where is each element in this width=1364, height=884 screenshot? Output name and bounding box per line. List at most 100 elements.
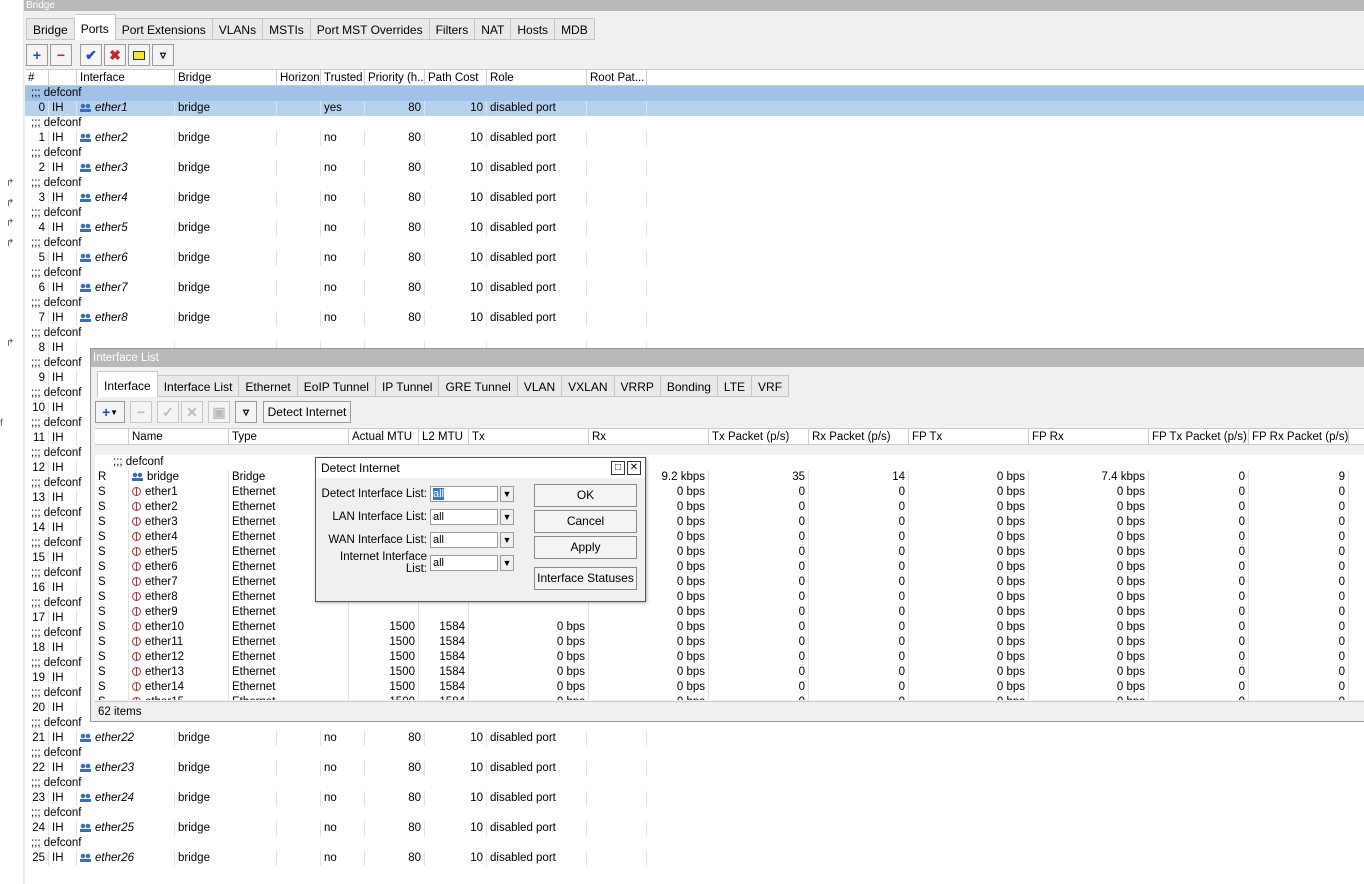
table-row[interactable]: 5 IH ether6 bridge no 80 10 disabled port (25, 251, 1364, 266)
table-row[interactable]: 4 IH ether5 bridge no 80 10 disabled port (25, 221, 1364, 236)
table-row[interactable]: Sether10 Ethernet 1500 1584 0 bps 0 bps 0 0 0 bp… (95, 620, 1364, 635)
bridge-window-title[interactable]: Bridge (24, 0, 1364, 11)
interface-list-select[interactable]: all (430, 532, 498, 548)
interface-tab[interactable]: GRE Tunnel (439, 375, 518, 397)
detect-internet-button[interactable]: Detect Internet (263, 401, 351, 423)
table-row[interactable]: Sether9 Ethernet 0 bps 0 0 0 bps 0 bps 0 0 (95, 605, 1364, 620)
column-header[interactable]: Tx Packet (p/s) (709, 429, 809, 444)
table-row[interactable]: 24 IH ether25 bridge no 80 10 disabled port (25, 821, 1364, 836)
interface-statuses-button[interactable]: Interface Statuses (534, 567, 637, 590)
table-row[interactable]: 0 IH ether1 bridge yes 80 10 disabled port (25, 101, 1364, 116)
column-header[interactable]: FP Tx Packet (p/s) (1149, 429, 1249, 444)
dropdown-arrow-icon[interactable]: ▼ (500, 555, 514, 571)
dropdown-arrow-icon[interactable]: ▼ (500, 509, 514, 525)
table-row[interactable]: Sether2 Ethernet 0 bps 0 0 0 bps 0 bps 0 0 (95, 500, 1364, 515)
column-header[interactable]: Path Cost (425, 70, 487, 85)
remove-minus-icon[interactable]: − (130, 401, 152, 423)
table-row[interactable]: Sether5 Ethernet 0 bps 0 0 0 bps 0 bps 0 0 (95, 545, 1364, 560)
remove-minus-icon[interactable]: − (50, 44, 72, 66)
dropdown-arrow-icon[interactable]: ▼ (500, 532, 514, 548)
interface-tab[interactable]: Bonding (660, 375, 718, 397)
table-row[interactable]: Sether11 Ethernet 1500 1584 0 bps 0 bps 0 0 0 bp… (95, 635, 1364, 650)
table-row[interactable]: Sether1 Ethernet 0 bps 0 0 0 bps 0 bps 0 0 (95, 485, 1364, 500)
interface-tab[interactable]: VXLAN (562, 375, 615, 397)
column-header[interactable]: FP Tx (909, 429, 1029, 444)
table-row[interactable]: 3 IH ether4 bridge no 80 10 disabled port (25, 191, 1364, 206)
table-row[interactable]: Sether8 Ethernet 0 bps 0 0 0 bps 0 bps 0 0 (95, 590, 1364, 605)
column-header[interactable]: Horizon (277, 70, 321, 85)
table-row[interactable]: Sether4 Ethernet 0 bps 0 0 0 bps 0 bps 0 0 (95, 530, 1364, 545)
cancel-button[interactable]: Cancel (534, 510, 637, 533)
table-row[interactable]: Sether15Ethernet150015840 bps0 bps000 bp… (95, 695, 1364, 700)
column-header[interactable]: L2 MTU (419, 429, 469, 444)
table-row[interactable]: Sether14 Ethernet 1500 1584 0 bps 0 bps 0 0 0 bp… (95, 680, 1364, 695)
table-row[interactable]: Sether3 Ethernet 0 bps 0 0 0 bps 0 bps 0 0 (95, 515, 1364, 530)
column-header[interactable]: FP Rx (1029, 429, 1149, 444)
bridge-tab[interactable]: Port MST Overrides (310, 18, 430, 40)
enable-check-icon[interactable]: ✔ (80, 44, 102, 66)
table-row[interactable]: Rbridge Bridge 9.2 kbps 35 14 0 bps 7.4 kbps 0 9 (95, 470, 1364, 485)
table-row[interactable]: 1 IH ether2 bridge no 80 10 disabled port (25, 131, 1364, 146)
dialog-title-bar[interactable]: Detect Internet □ ✕ (316, 458, 645, 478)
table-row[interactable]: Sether12 Ethernet 1500 1584 0 bps 0 bps 0 0 0 bp… (95, 650, 1364, 665)
apply-button[interactable]: Apply (534, 536, 637, 559)
table-row[interactable]: 6 IH ether7 bridge no 80 10 disabled port (25, 281, 1364, 296)
table-row[interactable]: 25 IH ether26 bridge no 80 10 disabled port (25, 851, 1364, 866)
interface-list-select[interactable]: all (430, 555, 498, 571)
table-row[interactable]: 22 IH ether23 bridge no 80 10 disabled port (25, 761, 1364, 776)
interface-tab[interactable]: Interface List (157, 375, 240, 397)
filter-funnel-icon[interactable]: ▿ (235, 401, 257, 423)
close-icon[interactable]: ✕ (627, 461, 641, 475)
table-row[interactable]: 23 IH ether24 bridge no 80 10 disabled port (25, 791, 1364, 806)
dropdown-arrow-icon[interactable]: ▼ (500, 486, 514, 502)
table-row[interactable]: 2 IH ether3 bridge no 80 10 disabled port (25, 161, 1364, 176)
interface-tab[interactable]: VLAN (517, 375, 563, 397)
column-header[interactable]: Role (487, 70, 587, 85)
enable-check-icon[interactable]: ✓ (157, 401, 179, 423)
maximize-icon[interactable]: □ (611, 461, 625, 475)
column-header[interactable]: Tx (469, 429, 589, 444)
bridge-tab[interactable]: Hosts (511, 18, 556, 40)
column-header[interactable]: Priority (h... (365, 70, 425, 85)
bridge-tab[interactable]: NAT (475, 18, 512, 40)
comment-note-icon[interactable] (128, 44, 150, 66)
column-header[interactable]: # (25, 70, 49, 85)
interface-tab[interactable]: IP Tunnel (375, 375, 440, 397)
bridge-tab[interactable]: Bridge (26, 18, 75, 40)
column-header[interactable]: Trusted (321, 70, 365, 85)
table-row[interactable]: Sether7 Ethernet 0 bps 0 0 0 bps 0 bps 0 0 (95, 575, 1364, 590)
column-header[interactable]: Name (129, 429, 229, 444)
column-header[interactable]: Type (229, 429, 349, 444)
bridge-tab[interactable]: Ports (74, 14, 116, 40)
interface-tab[interactable]: Interface (97, 371, 158, 397)
interface-list-select[interactable]: all (430, 509, 498, 525)
add-plus-icon[interactable]: + (26, 44, 48, 66)
filter-funnel-icon[interactable]: ▿ (152, 44, 174, 66)
bridge-tab[interactable]: Filters (429, 18, 476, 40)
table-row[interactable]: Sether6 Ethernet 0 bps 0 0 0 bps 0 bps 0 0 (95, 560, 1364, 575)
interface-tab[interactable]: EoIP Tunnel (297, 375, 376, 397)
interface-tab[interactable]: VRF (752, 375, 790, 397)
column-header[interactable]: Root Pat... (587, 70, 647, 85)
column-header[interactable]: Interface (77, 70, 175, 85)
disable-x-icon[interactable]: ✕ (181, 401, 203, 423)
table-row[interactable]: Sether13 Ethernet 1500 1584 0 bps 0 bps 0 0 0 bp… (95, 665, 1364, 680)
add-dropdown-icon[interactable]: + ▼ (95, 401, 125, 423)
column-header[interactable] (49, 70, 77, 85)
column-header[interactable]: FP Rx Packet (p/s) (1249, 429, 1349, 444)
column-header[interactable]: Rx (589, 429, 709, 444)
comment-note-icon[interactable]: ▣ (208, 401, 230, 423)
table-row[interactable]: 7 IH ether8 bridge no 80 10 disabled port (25, 311, 1364, 326)
column-header[interactable]: Bridge (175, 70, 277, 85)
interface-tab[interactable]: LTE (717, 375, 753, 397)
interface-tab[interactable]: Ethernet (239, 375, 298, 397)
bridge-tab[interactable]: Port Extensions (115, 18, 213, 40)
ok-button[interactable]: OK (534, 484, 637, 507)
interface-tab[interactable]: VRRP (614, 375, 661, 397)
column-header[interactable]: Rx Packet (p/s) (809, 429, 909, 444)
bridge-tab[interactable]: MSTIs (263, 18, 311, 40)
interface-list-title[interactable]: Interface List (91, 349, 1364, 367)
table-row[interactable]: 21 IH ether22 bridge no 80 10 disabled port (25, 731, 1364, 746)
column-header[interactable]: Actual MTU (349, 429, 419, 444)
bridge-tab[interactable]: VLANs (212, 18, 264, 40)
